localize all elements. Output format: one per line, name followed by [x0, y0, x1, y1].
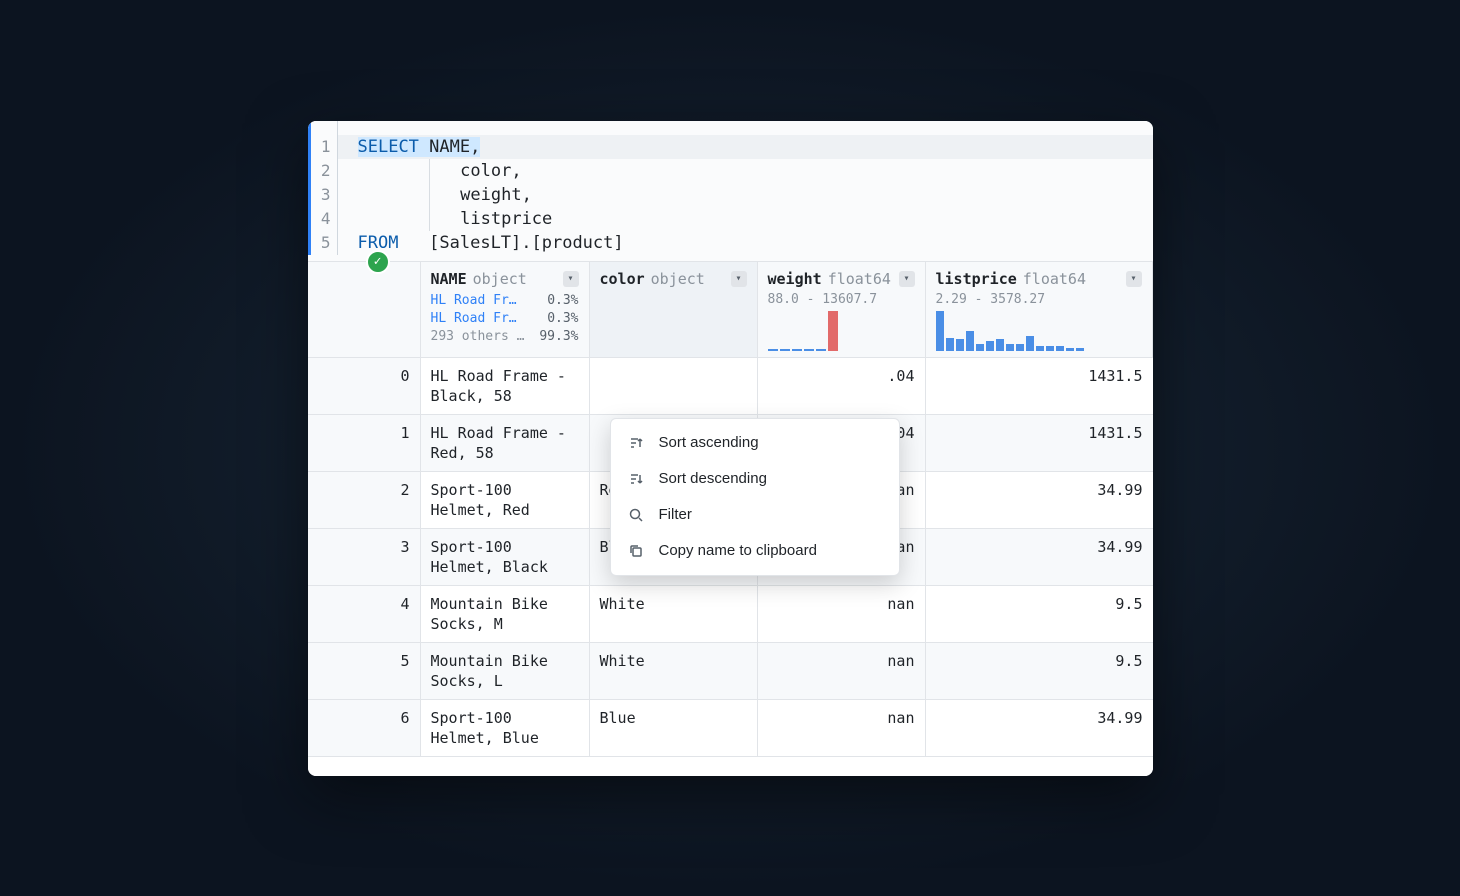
summary-other: 293 others … [431, 328, 525, 346]
sort-ascending-item[interactable]: Sort ascending [611, 425, 899, 461]
code-text: [SalesLT].[product] [398, 233, 623, 253]
row-index: 2 [308, 472, 421, 528]
cell-listprice: 9.5 [926, 643, 1153, 699]
cell-weight: .04 [758, 358, 926, 414]
summary-value-link[interactable]: HL Road Fr… [431, 310, 517, 328]
menu-label: Filter [659, 506, 692, 523]
row-index: 3 [308, 529, 421, 585]
column-type: object [651, 270, 705, 288]
code-line[interactable]: FROM [SalesLT].[product] [338, 231, 1153, 255]
cell-color: White [590, 643, 758, 699]
indent-guide: color, [429, 159, 521, 183]
cell-name: Sport-100 Helmet, Black [421, 529, 590, 585]
cell-name: Mountain Bike Socks, M [421, 586, 590, 642]
chevron-down-icon[interactable]: ▾ [1126, 271, 1142, 287]
column-summary: HL Road Fr…0.3% HL Road Fr…0.3% 293 othe… [431, 292, 579, 346]
cell-color: Blue [590, 700, 758, 756]
indent-guide: listprice [429, 207, 552, 231]
notebook-panel: 1 2 3 4 5 SELECT NAME, color, weight, li… [308, 121, 1153, 776]
chevron-down-icon[interactable]: ▾ [899, 271, 915, 287]
column-range: 88.0 - 13607.7 [768, 292, 915, 307]
row-index: 0 [308, 358, 421, 414]
summary-value-link[interactable]: HL Road Fr… [431, 292, 517, 310]
table-row[interactable]: 6Sport-100 Helmet, BlueBluenan34.99 [308, 700, 1153, 757]
sort-desc-icon [627, 470, 645, 488]
code-line[interactable]: SELECT NAME, [338, 135, 1153, 159]
indent-guide: weight, [429, 183, 532, 207]
cell-color [590, 358, 758, 414]
index-header [308, 262, 421, 357]
table-row[interactable]: 0HL Road Frame - Black, 58 .041431.5 [308, 358, 1153, 415]
menu-label: Sort ascending [659, 434, 759, 451]
copy-icon [627, 542, 645, 560]
check-icon: ✓ [374, 254, 382, 269]
execution-success-badge: ✓ [366, 250, 390, 274]
line-number: 2 [311, 159, 337, 183]
cell-listprice: 34.99 [926, 529, 1153, 585]
column-label: color [600, 270, 645, 288]
column-header-weight[interactable]: weight float64 ▾ 88.0 - 13607.7 [758, 262, 926, 357]
line-number: 5 [311, 231, 337, 255]
line-number: 4 [311, 207, 337, 231]
row-index: 6 [308, 700, 421, 756]
code-text: weight, [460, 185, 532, 205]
line-number: 3 [311, 183, 337, 207]
sort-descending-item[interactable]: Sort descending [611, 461, 899, 497]
line-gutter: 1 2 3 4 5 [308, 121, 338, 255]
cell-color: White [590, 586, 758, 642]
cell-name: HL Road Frame - Black, 58 [421, 358, 590, 414]
column-header-listprice[interactable]: listprice float64 ▾ 2.29 - 3578.27 [926, 262, 1153, 357]
chevron-down-icon[interactable]: ▾ [563, 271, 579, 287]
search-icon [627, 506, 645, 524]
line-number: 1 [311, 135, 337, 159]
row-index: 1 [308, 415, 421, 471]
chevron-down-icon[interactable]: ▾ [731, 271, 747, 287]
menu-label: Copy name to clipboard [659, 542, 817, 559]
column-label: listprice [936, 270, 1017, 288]
keyword-select: SELECT [358, 137, 419, 157]
row-index: 5 [308, 643, 421, 699]
cell-weight: nan [758, 643, 926, 699]
code-text: NAME, [419, 137, 480, 157]
table-row[interactable]: 4Mountain Bike Socks, MWhitenan9.5 [308, 586, 1153, 643]
row-index: 4 [308, 586, 421, 642]
cell-listprice: 9.5 [926, 586, 1153, 642]
cell-weight: nan [758, 586, 926, 642]
column-type: float64 [1023, 270, 1086, 288]
histogram-icon [768, 311, 915, 351]
cell-listprice: 1431.5 [926, 358, 1153, 414]
code-text: listprice [460, 209, 552, 229]
cell-listprice: 1431.5 [926, 415, 1153, 471]
menu-label: Sort descending [659, 470, 767, 487]
sort-asc-icon [627, 434, 645, 452]
table-row[interactable]: 5Mountain Bike Socks, LWhitenan9.5 [308, 643, 1153, 700]
cell-listprice: 34.99 [926, 472, 1153, 528]
cell-listprice: 34.99 [926, 700, 1153, 756]
code-editor[interactable]: 1 2 3 4 5 SELECT NAME, color, weight, li… [308, 121, 1153, 262]
column-type: float64 [828, 270, 891, 288]
column-range: 2.29 - 3578.27 [936, 292, 1142, 307]
cell-name: Mountain Bike Socks, L [421, 643, 590, 699]
cell-name: HL Road Frame - Red, 58 [421, 415, 590, 471]
column-label: NAME [431, 270, 467, 288]
code-line[interactable]: weight, [338, 183, 1153, 207]
code-line[interactable]: listprice [338, 207, 1153, 231]
column-header-name[interactable]: NAME object ▾ HL Road Fr…0.3% HL Road Fr… [421, 262, 590, 357]
copy-name-item[interactable]: Copy name to clipboard [611, 533, 899, 569]
cell-weight: nan [758, 700, 926, 756]
column-header-color[interactable]: color object ▾ [590, 262, 758, 357]
grid-header: NAME object ▾ HL Road Fr…0.3% HL Road Fr… [308, 262, 1153, 358]
code-text: color, [460, 161, 521, 181]
cell-name: Sport-100 Helmet, Blue [421, 700, 590, 756]
column-type: object [473, 270, 527, 288]
filter-item[interactable]: Filter [611, 497, 899, 533]
histogram-icon [936, 311, 1142, 351]
column-context-menu: Sort ascending Sort descending Filter Co… [610, 418, 900, 576]
code-area[interactable]: SELECT NAME, color, weight, listprice FR… [338, 121, 1153, 255]
cell-name: Sport-100 Helmet, Red [421, 472, 590, 528]
column-label: weight [768, 270, 822, 288]
code-line[interactable]: color, [338, 159, 1153, 183]
